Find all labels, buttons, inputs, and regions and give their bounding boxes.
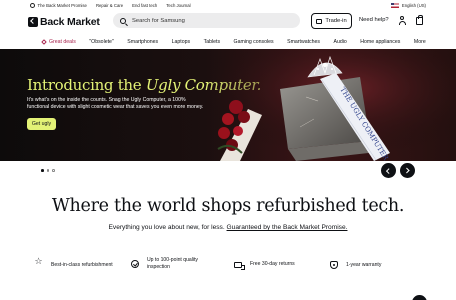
feature-returns: Free 30-day returns	[234, 261, 295, 270]
utility-link-label: Tech Journal	[166, 3, 191, 8]
trade-in-label: Trade-in	[325, 18, 347, 24]
trade-in-icon	[316, 18, 323, 24]
feature-label: Best-in-class refurbishment	[51, 261, 113, 268]
chat-button[interactable]	[412, 295, 427, 300]
language-label: English (US)	[401, 2, 426, 8]
main-subline: Everything you love about new, for less.…	[0, 224, 456, 231]
utility-link-repair[interactable]: Repair & Care	[96, 3, 123, 8]
search-input[interactable]	[132, 17, 292, 24]
nav-item-home-appliances[interactable]: Home appliances	[360, 39, 400, 45]
logo-text: Back Market	[40, 16, 100, 28]
nav-item-more[interactable]: More	[414, 39, 426, 45]
search-bar[interactable]	[113, 13, 300, 28]
need-help-link[interactable]: Need help?	[359, 17, 389, 23]
chevron-right-icon	[404, 167, 410, 174]
feature-inspection: Up to 100-point quality inspection	[131, 257, 211, 270]
carousel-dot[interactable]	[52, 169, 55, 172]
utility-link-label: The Back Market Promise	[37, 3, 87, 8]
feature-label: Free 30-day returns	[250, 261, 295, 267]
carousel-dot[interactable]	[46, 169, 50, 172]
carousel-prev-button[interactable]	[381, 163, 396, 178]
back-market-logo[interactable]: Back Market	[28, 16, 100, 28]
feature-list: Best-in-class refurbishment Up to 100-po…	[0, 256, 456, 276]
site-header: Back Market Trade-in Need help?	[0, 11, 456, 33]
carousel-next-button[interactable]	[400, 163, 415, 178]
truck-icon	[234, 262, 245, 270]
utility-bar: The Back Market Promise Repair & Care En…	[0, 0, 456, 11]
utility-link-promise[interactable]: The Back Market Promise	[30, 3, 87, 8]
nav-item-laptops[interactable]: Laptops	[172, 39, 190, 45]
feature-warranty: 1-year warranty	[330, 261, 381, 269]
main-headline: Where the world shops refurbished tech.	[51, 196, 405, 216]
logo-icon	[28, 17, 38, 27]
feature-label: Up to 100-point quality inspection	[147, 257, 198, 270]
nav-item-gaming-consoles[interactable]: Gaming consoles	[234, 39, 274, 45]
check-circle-icon	[131, 259, 139, 268]
feature-refurbishment: Best-in-class refurbishment	[35, 259, 113, 269]
ugly-computer-artwork: THE UGLY COMPUTER	[210, 49, 456, 161]
user-icon[interactable]	[398, 16, 406, 25]
carousel-dots	[41, 169, 58, 172]
utility-link-tech-journal[interactable]: Tech Journal	[166, 3, 190, 8]
shield-icon	[30, 3, 35, 8]
carousel-dot[interactable]	[41, 169, 44, 172]
tag-icon	[41, 39, 47, 45]
chevron-left-icon	[386, 167, 392, 174]
star-icon	[35, 259, 43, 269]
nav-item-tablets[interactable]: Tablets	[204, 39, 220, 45]
nav-item-audio[interactable]: Audio	[334, 39, 347, 45]
hero-banner[interactable]: Introducing the Ugly Computer. It's what…	[0, 49, 456, 161]
nav-item-obsolete[interactable]: "Obsolete"	[89, 39, 113, 45]
search-icon	[120, 17, 126, 24]
category-nav: Great deals "Obsolete" Smartphones Lapto…	[0, 36, 456, 48]
us-flag-icon	[390, 2, 399, 8]
nav-item-label: Great deals	[49, 39, 76, 45]
nav-item-great-deals[interactable]: Great deals	[41, 39, 76, 45]
utility-link-end-fast-tech[interactable]: End fast tech	[132, 3, 157, 8]
trade-in-button[interactable]: Trade-in	[311, 13, 352, 29]
cart-icon[interactable]	[416, 14, 424, 25]
nav-item-smartphones[interactable]: Smartphones	[127, 39, 158, 45]
promise-link[interactable]: Guaranteed by the Back Market Promise.	[227, 224, 348, 231]
nav-item-smartwatches[interactable]: Smartwatches	[287, 39, 320, 45]
utility-link-label: End fast tech	[132, 3, 158, 8]
hero-title-plain: Introducing the	[27, 76, 146, 94]
language-selector[interactable]: English (US)	[390, 2, 426, 8]
feature-label: 1-year warranty	[346, 261, 382, 268]
subline-text: Everything you love about new, for less.	[108, 224, 227, 231]
get-ugly-button[interactable]: Get ugly	[27, 118, 56, 130]
hero-description: It's what's on the inside the counts. Sn…	[27, 97, 204, 110]
utility-link-label: Repair & Care	[95, 3, 124, 8]
shield-icon	[330, 261, 338, 269]
